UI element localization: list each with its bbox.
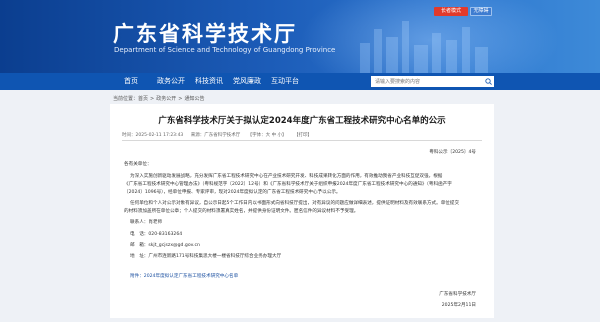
elderly-mode-button[interactable]: 长者模式 bbox=[434, 7, 468, 16]
search-input[interactable] bbox=[371, 76, 483, 87]
font-size-switcher[interactable]: 【字体：大 中 小】 bbox=[248, 133, 287, 138]
body-line: 为深入实施创新驱动发展战略，充分发挥广东省工程技术研究中心在产业技术研究开发、科… bbox=[130, 174, 443, 179]
breadcrumb-separator: > bbox=[150, 96, 155, 102]
skyline-building bbox=[360, 43, 370, 73]
site-title: 广东省科学技术厅 bbox=[113, 21, 297, 46]
article-source: 来源：广东省科学技术厅 bbox=[190, 133, 241, 138]
salutation: 各有关单位： bbox=[124, 162, 152, 167]
contact-person: 联系人：肖老师 bbox=[130, 220, 163, 225]
accessibility-button[interactable]: 无障碍 bbox=[470, 7, 492, 16]
attachment-link[interactable]: 附件：2024年度拟认定广东省工程技术研究中心名单 bbox=[130, 274, 238, 280]
meta-divider bbox=[122, 140, 482, 141]
skyline-building bbox=[414, 45, 428, 73]
contact-email: 邮 箱：skjt_gcjszx@gd.gov.cn bbox=[130, 243, 200, 248]
sign-date: 2025年2月11日 bbox=[441, 303, 476, 308]
article-title: 广东省科学技术厅关于拟认定2024年度广东省工程技术研究中心名单的公示 bbox=[158, 116, 446, 126]
publish-date: 时间：2025-02-11 17:23:43 bbox=[122, 133, 184, 138]
skyline-building bbox=[386, 37, 398, 73]
contact-address: 地 址：广州市连新路171号科技集思大楼一楼省科技厅综合业务办理大厅 bbox=[130, 254, 282, 259]
site-subtitle: Department of Science and Technology of … bbox=[114, 46, 336, 54]
nav-item-interaction[interactable]: 互动平台 bbox=[271, 73, 299, 90]
breadcrumb-gov-affairs[interactable]: 政务公开 bbox=[156, 96, 176, 102]
body-line: 《广东省工程技术研究中心管理办法》（粤科规范字〔2022〕12号）和《广东省科学… bbox=[124, 182, 452, 187]
main-nav: 首页 政务公开 科技资讯 党风廉政 互动平台 bbox=[0, 73, 600, 90]
skyline-building bbox=[475, 47, 488, 73]
skyline-building bbox=[374, 29, 382, 73]
article-card: 广东省科学技术厅关于拟认定2024年度广东省工程技术研究中心名单的公示 时间：2… bbox=[110, 104, 494, 318]
search-icon bbox=[485, 78, 492, 85]
breadcrumb-home[interactable]: 当前位置：首页 bbox=[113, 96, 148, 102]
document-number: 粤科公示〔2025〕4号 bbox=[429, 150, 476, 155]
article-meta: 时间：2025-02-11 17:23:43 来源：广东省科学技术厅 【字体：大… bbox=[122, 132, 318, 138]
body-line: 的材料须加盖所在单位公章；个人提交的材料须署真实姓名，并提供身份证明文件。匿名信… bbox=[124, 209, 359, 214]
nav-item-party[interactable]: 党风廉政 bbox=[233, 73, 261, 90]
nav-item-home[interactable]: 首页 bbox=[124, 73, 138, 90]
contact-phone: 电 话：020-83163264 bbox=[130, 232, 183, 237]
body-line: 任何单位和个人对公示对象有异议，自公示日起5个工作日内以书面形式向省科技厅提出，… bbox=[130, 201, 460, 206]
body-line: 〔2024〕1096号），经单位申报、专家评审，现对2024年度拟认定的广东省工… bbox=[124, 190, 341, 195]
print-link[interactable]: 【打印】 bbox=[294, 133, 312, 138]
nav-item-gov-affairs[interactable]: 政务公开 bbox=[157, 73, 185, 90]
skyline-building bbox=[432, 33, 441, 73]
signature: 广东省科学技术厅 bbox=[439, 292, 476, 297]
skyline-building bbox=[402, 21, 409, 73]
breadcrumb: 当前位置：首页 > 政务公开 > 通知公告 bbox=[113, 95, 204, 102]
site-header: 广东省科学技术厅 Department of Science and Techn… bbox=[0, 0, 600, 73]
skyline-building bbox=[446, 40, 457, 73]
search-button[interactable] bbox=[483, 76, 494, 87]
skyline-building bbox=[462, 27, 470, 73]
breadcrumb-separator: > bbox=[178, 96, 183, 102]
header-glow bbox=[300, 0, 560, 73]
nav-item-sci-news[interactable]: 科技资讯 bbox=[195, 73, 223, 90]
breadcrumb-notices[interactable]: 通知公告 bbox=[184, 96, 204, 102]
